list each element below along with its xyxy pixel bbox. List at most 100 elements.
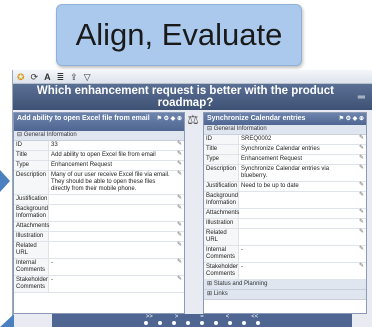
radio-dot[interactable] <box>228 321 232 325</box>
field-value <box>49 205 175 221</box>
filter-icon[interactable]: ▽ <box>84 71 91 83</box>
radio-dot[interactable] <box>186 321 190 325</box>
field-label: Type <box>204 155 239 164</box>
refresh-icon[interactable]: ⟳ <box>31 71 39 83</box>
edit-icon[interactable]: ✎ <box>175 222 184 231</box>
edit-icon[interactable]: ✎ <box>357 182 366 191</box>
edit-icon[interactable]: ✎ <box>175 242 184 258</box>
field-row: Justification ✎ <box>14 195 184 205</box>
right-section-status[interactable]: ⊞ Status and Planning <box>204 280 366 290</box>
field-label: Attachments <box>14 222 50 231</box>
panel-icons[interactable]: ⚑ ⚙ ◆ ⊕ <box>157 115 182 123</box>
nav-much-worse[interactable]: << <box>251 314 258 320</box>
field-value <box>49 222 175 231</box>
nav-equal[interactable]: = <box>200 314 204 320</box>
radio-dot[interactable] <box>144 321 148 325</box>
question-text: Which enhancement request is better with… <box>36 85 335 109</box>
field-value: - <box>241 247 243 253</box>
nav-much-better[interactable]: >> <box>146 314 153 320</box>
edit-icon[interactable]: ✎ <box>357 263 366 279</box>
field-label: Title <box>14 151 49 160</box>
nav-better[interactable]: > <box>175 314 179 320</box>
edit-icon[interactable]: ✎ <box>175 259 184 275</box>
field-label: Type <box>14 161 49 170</box>
panel-icons[interactable]: ⚑ ⚙ ◆ ⊕ <box>339 115 364 123</box>
edit-icon[interactable]: ✎ <box>175 195 184 204</box>
field-label: Stakeholder Comments <box>14 276 49 292</box>
edit-icon[interactable]: ✎ <box>175 171 184 194</box>
field-label: Related URL <box>14 242 49 258</box>
field-row: Background Information ✎ <box>14 205 184 222</box>
edit-icon[interactable]: ✎ <box>357 209 366 218</box>
left-section-general[interactable]: ⊟ General Information <box>14 131 184 141</box>
edit-icon[interactable]: ✎ <box>357 145 366 154</box>
field-label: Justification <box>14 195 49 204</box>
nav-worse[interactable]: < <box>226 314 230 320</box>
edit-icon[interactable]: ✎ <box>175 205 184 221</box>
edit-icon[interactable]: ✎ <box>175 161 184 170</box>
edit-icon[interactable]: ✎ <box>357 246 366 262</box>
radio-dot[interactable] <box>256 321 260 325</box>
field-value: SREQ0002 <box>241 136 272 142</box>
right-section-links[interactable]: ⊞ Links <box>204 290 366 300</box>
field-row: Type Enhancement Request ✎ <box>204 155 366 165</box>
field-value: Enhancement Request <box>51 162 113 168</box>
field-row: ID SREQ0002 ✎ <box>204 135 366 145</box>
field-value: - <box>51 260 53 266</box>
edit-icon[interactable]: ✎ <box>175 232 184 241</box>
edit-icon[interactable]: ✎ <box>175 276 184 292</box>
list-icon[interactable]: ≣ <box>57 71 65 83</box>
edit-icon[interactable]: ✎ <box>357 192 366 208</box>
edit-icon[interactable]: ✎ <box>175 141 184 150</box>
question-header: Which enhancement request is better with… <box>13 84 372 110</box>
balance-icon: ⚖ <box>187 112 199 127</box>
edit-icon[interactable]: ✎ <box>357 155 366 164</box>
field-label: Attachments <box>204 209 240 218</box>
right-item-panel: Synchronize Calendar entries ⚑ ⚙ ◆ ⊕ ⊟ G… <box>203 112 367 314</box>
field-value <box>239 192 357 208</box>
field-value: Synchronize Calendar entries <box>241 146 320 152</box>
field-value: - <box>51 277 53 283</box>
right-section-general[interactable]: ⊟ General Information <box>204 125 366 135</box>
edit-icon[interactable]: ✎ <box>357 229 366 245</box>
field-label: Background Information <box>14 205 49 221</box>
field-value <box>239 209 357 218</box>
field-row: Title Synchronize Calendar entries ✎ <box>204 145 366 155</box>
edit-icon[interactable]: ✎ <box>357 165 366 181</box>
edit-icon[interactable]: ✎ <box>357 135 366 144</box>
field-row: Internal Comments - ✎ <box>14 259 184 276</box>
field-row: Illustration ✎ <box>14 232 184 242</box>
app-window: ✪ ⟳ A ≣ ⇪ ▽ Which enhancement request is… <box>12 70 372 327</box>
field-label: Internal Comments <box>204 246 239 262</box>
edit-icon[interactable]: ✎ <box>357 219 366 228</box>
field-value: Many of our user receive Excel file via … <box>51 172 170 192</box>
left-title-text: Add ability to open Excel file from emai… <box>17 115 150 122</box>
field-row: Title Add ability to open Excel file from… <box>14 151 184 161</box>
title-banner: Align, Evaluate <box>56 4 302 66</box>
left-item-panel: Add ability to open Excel file from emai… <box>13 112 185 314</box>
text-icon[interactable]: A <box>44 71 51 83</box>
edit-icon[interactable]: ✎ <box>175 151 184 160</box>
field-label: Justification <box>204 182 239 191</box>
right-rows: ID SREQ0002 ✎ Title Synchronize Calendar ent… <box>204 135 366 280</box>
field-value: Synchronize Calendar entries via blueber… <box>241 166 330 179</box>
status-section-label: Status and Planning <box>213 281 268 287</box>
field-label: ID <box>204 135 239 144</box>
radio-dot[interactable] <box>242 321 246 325</box>
right-panel-title: Synchronize Calendar entries ⚑ ⚙ ◆ ⊕ <box>204 113 366 125</box>
radio-dot[interactable] <box>214 321 218 325</box>
radio-dot[interactable] <box>172 321 176 325</box>
field-label: Description <box>14 171 49 194</box>
radio-dot[interactable] <box>200 321 204 325</box>
field-row: Attachments ✎ <box>14 222 184 232</box>
banner-title: Align, Evaluate <box>75 17 283 52</box>
toolbar: ✪ ⟳ A ≣ ⇪ ▽ <box>13 70 372 84</box>
radio-dot[interactable] <box>158 321 162 325</box>
left-rows: ID 33 ✎ Title Add ability to open Excel file… <box>14 141 184 293</box>
field-label: Illustration <box>14 232 49 241</box>
field-value <box>239 219 357 228</box>
field-row: Related URL ✎ <box>204 229 366 246</box>
field-value <box>49 242 175 258</box>
star-icon[interactable]: ✪ <box>17 71 25 83</box>
export-icon[interactable]: ⇪ <box>70 71 78 83</box>
